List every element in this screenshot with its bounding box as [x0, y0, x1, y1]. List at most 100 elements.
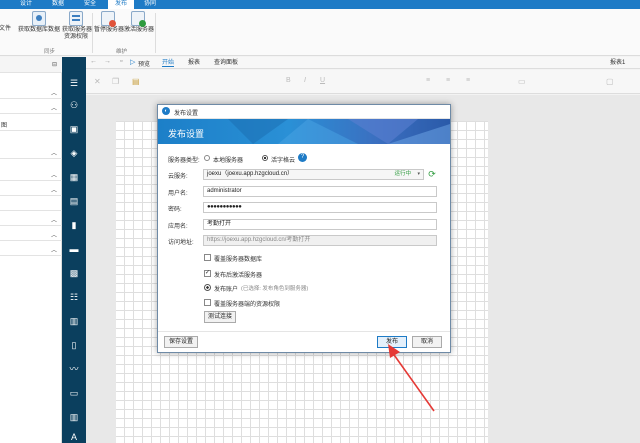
italic-icon[interactable]: I — [304, 77, 306, 84]
activate-after-label[interactable]: 发布后激活服务器 — [214, 270, 262, 279]
layout-icon[interactable]: ▣ — [68, 123, 80, 135]
ribbon-group-maintain: 维护 — [116, 49, 128, 55]
panel-row[interactable]: ︿ — [0, 100, 62, 114]
ribbon-get-db-data-button[interactable]: 获取数据库数据 — [17, 11, 61, 34]
overwrite-db-checkbox[interactable] — [204, 254, 211, 261]
panel-header: ⊟ — [0, 57, 62, 73]
form-icon[interactable]: ▥ — [68, 315, 80, 327]
label-icon[interactable]: ▬ — [68, 243, 80, 255]
ribbon-pause-server-button[interactable]: 暂停服务器 — [94, 11, 124, 34]
text-icon[interactable]: A — [68, 431, 80, 443]
publish-settings-dialog: ◐ 发布设置 发布设置 服务器类型: 本地服务器 活字格云 ? 云服务: joe… — [157, 104, 451, 353]
panel-row[interactable]: ︿ — [0, 242, 62, 256]
publish-accounts-radio[interactable] — [204, 284, 211, 291]
radio-cloud-server[interactable] — [262, 155, 268, 161]
properties-panel: ⊟ ︿ ︿ 图 ︿ ︿ ︿ ︿ ︿ ︿ — [0, 57, 62, 443]
ribbon: 文件 获取数据库数据 获取服务器 资源权限 暂停服务器 激活服务器 同步 维护 — [0, 9, 640, 56]
panel-row[interactable]: ︿ — [0, 145, 62, 159]
bold-icon[interactable]: B — [286, 77, 291, 84]
ribbon-activate-server-button[interactable]: 激活服务器 — [124, 11, 154, 34]
image-icon[interactable]: ▩ — [68, 267, 80, 279]
layers-icon[interactable]: ◈ — [68, 147, 80, 159]
panel-row[interactable]: ︿ — [0, 227, 62, 241]
paste-icon[interactable]: ▤ — [132, 77, 140, 86]
menu-tab-security[interactable]: 安全 — [78, 0, 102, 9]
border-icon[interactable]: ▢ — [606, 77, 614, 86]
password-input[interactable]: ●●●●●●●●●●● — [203, 202, 437, 213]
publish-accounts-hint: (已选择: 发布角色到服务器) — [241, 286, 309, 292]
chevron-up-icon[interactable]: ︿ — [51, 215, 57, 224]
help-icon[interactable]: ? — [298, 153, 307, 162]
panel-row[interactable]: ︿ — [0, 212, 62, 226]
url-label: 访问地址: — [168, 240, 194, 246]
page-icon[interactable]: ▫ — [120, 58, 122, 65]
preview-button[interactable]: 预览 — [138, 59, 150, 68]
menu-tab-data[interactable]: 数据 — [46, 0, 70, 9]
ribbon-file-button[interactable]: 文件 — [0, 11, 14, 33]
menu-tab-collab[interactable]: 协同 — [138, 0, 162, 9]
document-icon[interactable]: ▯ — [68, 339, 80, 351]
line-chart-icon[interactable]: 〰 — [68, 363, 80, 375]
merge-icon[interactable]: ▭ — [518, 77, 526, 86]
chevron-up-icon[interactable]: ︿ — [51, 103, 57, 112]
chevron-up-icon[interactable]: ︿ — [51, 185, 57, 194]
menu-tab-publish[interactable]: 发布 — [108, 0, 134, 9]
copy-icon[interactable]: ❐ — [112, 77, 119, 86]
menu-tab-design[interactable]: 设计 — [14, 0, 38, 9]
panel-row[interactable]: ︿ — [0, 167, 62, 181]
panel-row[interactable] — [0, 197, 62, 211]
bar-chart-icon[interactable]: ▮ — [68, 219, 80, 231]
tab-start[interactable]: 开始 — [162, 57, 175, 67]
hamburger-icon[interactable]: ☰ — [68, 77, 80, 89]
radio-local-server-label[interactable]: 本地服务器 — [213, 155, 243, 164]
back-icon[interactable]: ← — [90, 58, 97, 65]
collapse-icon[interactable]: ⊟ — [52, 61, 57, 68]
panel-row[interactable]: 图 — [0, 117, 62, 131]
tab-report[interactable]: 报表 — [188, 57, 200, 66]
align-center-icon[interactable]: ≡ — [446, 77, 450, 84]
save-settings-button[interactable]: 保存设置 — [164, 336, 198, 348]
overwrite-db-label[interactable]: 覆盖服务器数据库 — [214, 254, 262, 263]
cut-icon[interactable]: ✕ — [94, 77, 101, 86]
overwrite-permissions-checkbox[interactable] — [204, 299, 211, 306]
overwrite-permissions-label[interactable]: 覆盖服务器端的资源权限 — [214, 299, 280, 308]
appname-input[interactable]: 考勤打开 — [203, 219, 437, 230]
radio-cloud-server-label[interactable]: 活字格云 — [271, 155, 295, 164]
forward-icon[interactable]: → — [104, 58, 111, 65]
dialog-title: 发布设置 — [174, 111, 199, 117]
panel-row[interactable]: ︿ — [0, 182, 62, 196]
appname-label: 应用名: — [168, 224, 188, 230]
preview-icon[interactable]: ▷ — [130, 58, 135, 66]
menu-bar: 设计 数据 安全 发布 协同 — [0, 0, 640, 9]
tab-query-panel[interactable]: 查询面板 — [214, 57, 238, 66]
chevron-up-icon[interactable]: ︿ — [51, 148, 57, 157]
dialog-titlebar: ◐ 发布设置 — [158, 105, 450, 119]
battery-icon[interactable]: ▭ — [68, 387, 80, 399]
refresh-icon[interactable]: ⟳ — [427, 169, 437, 180]
grid-icon[interactable]: ▤ — [68, 195, 80, 207]
test-connection-button[interactable]: 测试连接 — [204, 311, 236, 323]
chevron-up-icon[interactable]: ︿ — [51, 170, 57, 179]
dialog-header: 发布设置 — [158, 119, 450, 144]
underline-icon[interactable]: U — [320, 77, 325, 84]
chevron-up-icon[interactable]: ︿ — [51, 230, 57, 239]
activate-after-checkbox[interactable]: ✓ — [204, 270, 211, 277]
dialog-header-title: 发布设置 — [168, 129, 205, 139]
chevron-up-icon[interactable]: ︿ — [51, 88, 57, 97]
ribbon-get-server-permission-button[interactable]: 获取服务器 资源权限 — [62, 11, 92, 41]
chevron-up-icon[interactable]: ︿ — [51, 245, 57, 254]
publish-accounts-label[interactable]: 发布账户 — [214, 284, 238, 293]
table-icon[interactable]: ▦ — [68, 171, 80, 183]
list-icon[interactable]: ☷ — [68, 291, 80, 303]
barcode-icon[interactable]: ▥ — [68, 411, 80, 423]
tree-icon[interactable]: ⚇ — [68, 99, 80, 111]
align-left-icon[interactable]: ≡ — [426, 77, 430, 84]
panel-row[interactable]: ︿ — [0, 85, 62, 99]
radio-local-server[interactable] — [204, 155, 210, 161]
cloud-server-select[interactable]: joexu（joexu.app.hzgcloud.cn） 运行中 ▾ — [203, 169, 424, 180]
username-input[interactable]: administrator — [203, 186, 437, 197]
report-name[interactable]: 报表1 — [610, 57, 625, 66]
align-right-icon[interactable]: ≡ — [466, 77, 470, 84]
format-toolbar: 开始 报表 查询面板 报表1 ✕ ❐ ▤ B I U ≡ ≡ ≡ ▭ ▢ — [86, 60, 640, 94]
annotation-arrow — [388, 344, 435, 412]
